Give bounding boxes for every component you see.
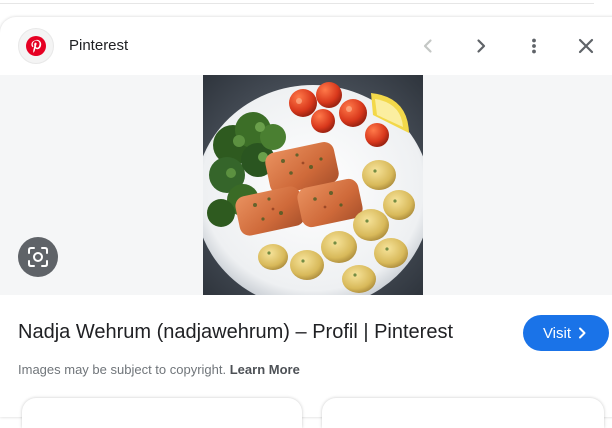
next-button[interactable] xyxy=(465,30,497,62)
result-title[interactable]: Nadja Wehrum (nadjawehrum) – Profil | Pi… xyxy=(18,321,453,344)
source-name[interactable]: Pinterest xyxy=(69,37,128,54)
chevron-left-icon xyxy=(423,39,432,53)
visit-label: Visit xyxy=(542,324,572,342)
divider xyxy=(0,3,594,4)
image-area xyxy=(0,75,612,295)
source-avatar[interactable] xyxy=(18,28,54,64)
more-vert-icon xyxy=(532,38,536,54)
previous-button[interactable] xyxy=(412,30,444,62)
copyright-text: Images may be subject to copyright. xyxy=(18,362,227,377)
close-button[interactable] xyxy=(570,30,602,62)
more-options-button[interactable] xyxy=(518,30,550,62)
top-strip xyxy=(0,0,612,17)
image-preview-panel: Pinterest Nadja Wehrum (nadjawehrum) – P… xyxy=(0,17,612,428)
salmon-dish-image xyxy=(203,75,423,295)
preview-image[interactable] xyxy=(203,75,423,295)
pinterest-logo-icon xyxy=(26,36,46,56)
close-icon xyxy=(578,38,594,54)
lens-search-icon xyxy=(28,247,48,267)
learn-more-link[interactable]: Learn More xyxy=(230,362,300,377)
visit-button[interactable]: Visit xyxy=(523,315,609,351)
chevron-right-icon xyxy=(579,327,586,339)
copyright-notice: Images may be subject to copyright. Lear… xyxy=(18,362,300,377)
chevron-right-icon xyxy=(477,39,486,53)
panel-header: Pinterest xyxy=(0,17,612,75)
lens-search-button[interactable] xyxy=(18,237,58,277)
